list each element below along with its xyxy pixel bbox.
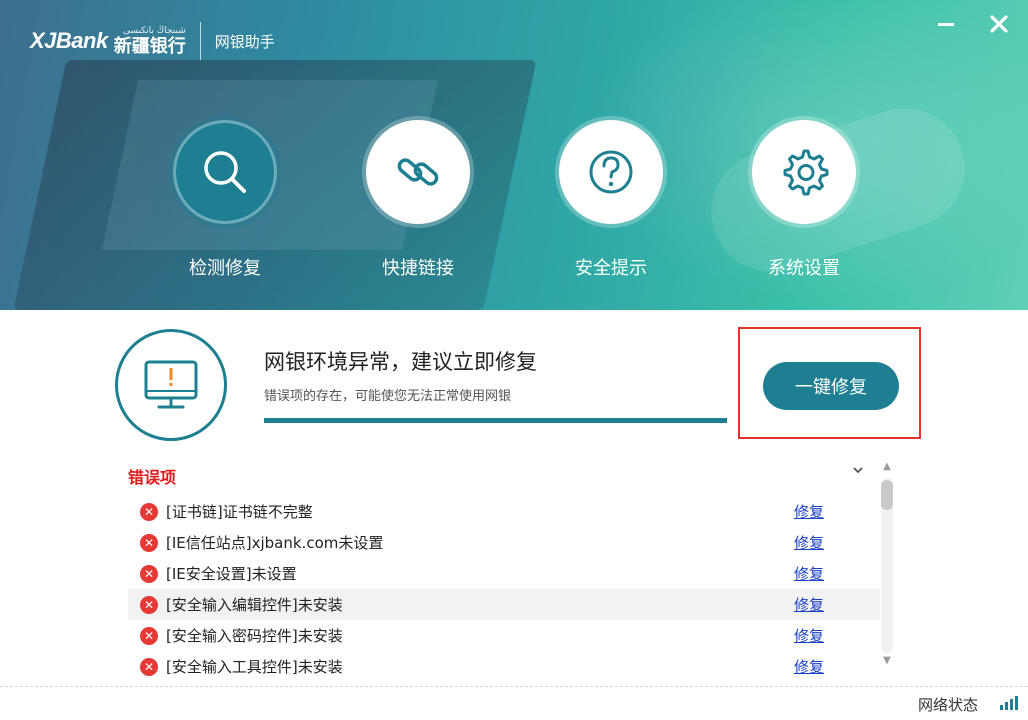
- close-icon: [990, 15, 1008, 33]
- collapse-toggle[interactable]: [852, 464, 864, 480]
- nav-detect-repair[interactable]: 检测修复: [150, 120, 300, 290]
- status-subtitle: 错误项的存在，可能使您无法正常使用网银: [264, 389, 512, 404]
- one-click-fix-button[interactable]: 一键修复: [763, 362, 899, 410]
- app-title: 网银助手: [214, 32, 275, 51]
- nav-label: 系统设置: [768, 258, 840, 279]
- error-row: ✕ [安全输入工具控件]未安装 修复: [128, 651, 880, 682]
- error-icon: ✕: [140, 657, 158, 676]
- logo-divider: [199, 22, 201, 60]
- error-text: [安全输入工具控件]未安装: [166, 658, 343, 676]
- scan-progress-bar: [264, 418, 727, 423]
- error-row: ✕ [安全输入编辑控件]未安装 修复: [128, 589, 880, 620]
- scroll-up-arrow[interactable]: ▲: [880, 460, 894, 474]
- error-text: [IE信任站点]xjbank.com未设置: [166, 534, 384, 552]
- nav-security-tips[interactable]: 安全提示: [536, 120, 686, 290]
- error-row: ✕ [IE安全设置]未设置 修复: [128, 558, 880, 589]
- fix-link[interactable]: 修复: [794, 656, 824, 677]
- help-icon: [589, 150, 633, 194]
- fix-link[interactable]: 修复: [794, 501, 824, 522]
- header-banner: XJBank شىنجاڭ بانكىسى 新疆银行 网银助手 检测修复 快捷链…: [0, 0, 1028, 310]
- logo: XJBank شىنجاڭ بانكىسى 新疆银行 网银助手: [30, 22, 275, 60]
- nav-quick-links[interactable]: 快捷链接: [343, 120, 493, 290]
- close-button[interactable]: [986, 12, 1012, 36]
- error-icon: ✕: [140, 626, 158, 645]
- nav-label: 快捷链接: [382, 258, 454, 279]
- error-text: [证书链]证书链不完整: [166, 503, 313, 521]
- error-text: [IE安全设置]未设置: [166, 565, 297, 583]
- scrollbar-thumb[interactable]: [881, 480, 893, 510]
- error-icon: ✕: [140, 502, 158, 521]
- error-icon: ✕: [140, 564, 158, 583]
- error-row: ✕ [IE信任站点]xjbank.com未设置 修复: [128, 527, 880, 558]
- error-list: ✕ [证书链]证书链不完整 修复 ✕ [IE信任站点]xjbank.com未设置…: [128, 496, 880, 682]
- brand-chinese: 新疆银行: [113, 35, 186, 57]
- minimize-icon: [938, 23, 954, 26]
- nav-system-settings[interactable]: 系统设置: [729, 120, 879, 290]
- fix-link[interactable]: 修复: [794, 563, 824, 584]
- fix-link[interactable]: 修复: [794, 594, 824, 615]
- status-icon-circle: [115, 329, 227, 441]
- scan-progress-fill: [264, 418, 727, 423]
- brand-uyghur: شىنجاڭ بانكىسى: [122, 25, 186, 36]
- error-row: ✕ [安全输入密码控件]未安装 修复: [128, 620, 880, 651]
- scroll-down-arrow[interactable]: ▼: [880, 654, 894, 668]
- error-icon: ✕: [140, 533, 158, 552]
- search-icon: [204, 151, 246, 193]
- network-status-label: 网络状态: [918, 696, 979, 714]
- brand-name: XJBank: [30, 28, 108, 53]
- main-nav: 检测修复 快捷链接 安全提示 系统设置: [0, 120, 1028, 290]
- fix-link[interactable]: 修复: [794, 625, 824, 646]
- footer-divider: [0, 686, 1028, 687]
- error-row: ✕ [证书链]证书链不完整 修复: [128, 496, 880, 527]
- chevron-down-icon: [853, 467, 863, 474]
- status-title: 网银环境异常，建议立即修复: [264, 350, 537, 374]
- error-list-scrollbar[interactable]: ▲ ▼: [880, 460, 894, 670]
- error-text: [安全输入密码控件]未安装: [166, 627, 343, 645]
- error-icon: ✕: [140, 595, 158, 614]
- fix-link[interactable]: 修复: [794, 532, 824, 553]
- gear-icon: [783, 149, 829, 196]
- signal-icon: [1000, 694, 1022, 710]
- monitor-warning-icon: [144, 360, 198, 409]
- nav-label: 检测修复: [189, 258, 261, 279]
- link-icon: [397, 158, 439, 186]
- error-text: [安全输入编辑控件]未安装: [166, 596, 343, 614]
- minimize-button[interactable]: [933, 12, 959, 36]
- nav-label: 安全提示: [575, 258, 647, 279]
- error-section-title: 错误项: [128, 468, 177, 487]
